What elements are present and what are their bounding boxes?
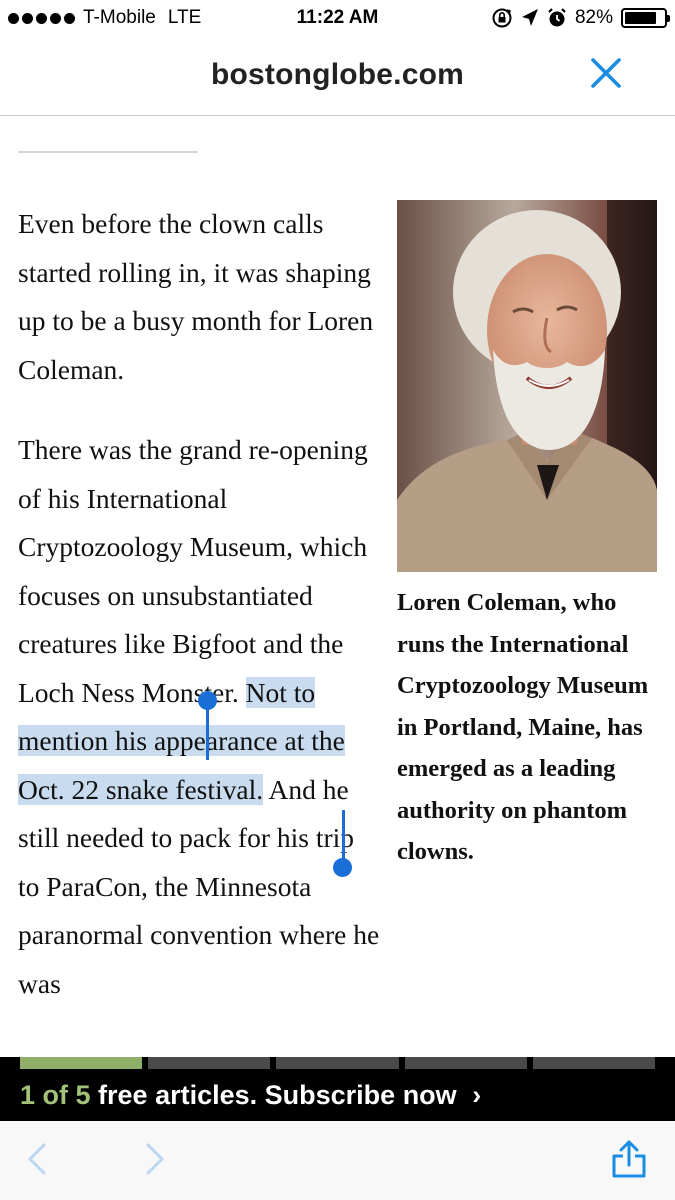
subscribe-banner[interactable]: 1 of 5 free articles. Subscribe now › xyxy=(0,1069,675,1121)
battery-icon xyxy=(621,8,670,28)
free-articles-progress xyxy=(0,1057,675,1069)
article-paragraph: Even before the clown calls started roll… xyxy=(18,208,374,385)
progress-segment xyxy=(20,1057,143,1069)
paragraph-text: And he still needed to pack for his trip… xyxy=(18,773,380,999)
progress-segment xyxy=(148,1057,271,1069)
browser-nav-bar: bostonglobe.com xyxy=(0,38,675,116)
photo-caption: Loren Coleman, who runs the Internationa… xyxy=(397,589,649,865)
article-body: Even before the clown calls started roll… xyxy=(18,200,380,1008)
alarm-icon xyxy=(548,8,566,27)
chevron-right-icon: › xyxy=(472,1080,482,1110)
selection-start-bar[interactable] xyxy=(206,702,209,760)
share-icon[interactable] xyxy=(610,1139,648,1179)
progress-segment xyxy=(276,1057,399,1069)
free-article-count: 1 of 5 xyxy=(20,1080,91,1110)
subscribe-text[interactable]: free articles. Subscribe now xyxy=(98,1080,457,1110)
selection-end-handle[interactable] xyxy=(333,858,352,877)
site-title: bostonglobe.com xyxy=(211,58,464,91)
progress-segment xyxy=(404,1057,527,1069)
paragraph-text: There was the grand re-opening of his In… xyxy=(18,434,368,708)
browser-toolbar xyxy=(0,1121,675,1200)
article-paragraph: There was the grand re-opening of his In… xyxy=(18,426,380,1008)
section-divider xyxy=(18,151,198,153)
portrait-photo xyxy=(397,200,657,572)
battery-percent: 82% xyxy=(574,7,613,28)
status-bar: T-Mobile LTE 11:22 AM 82% xyxy=(0,0,675,38)
close-icon[interactable] xyxy=(589,56,623,90)
chevron-right-icon[interactable] xyxy=(144,1141,166,1177)
status-right: 82% xyxy=(491,7,670,29)
orientation-lock-icon xyxy=(492,8,512,28)
progress-segment xyxy=(532,1057,656,1069)
chevron-left-icon[interactable] xyxy=(26,1141,48,1177)
location-arrow-icon xyxy=(521,9,538,26)
